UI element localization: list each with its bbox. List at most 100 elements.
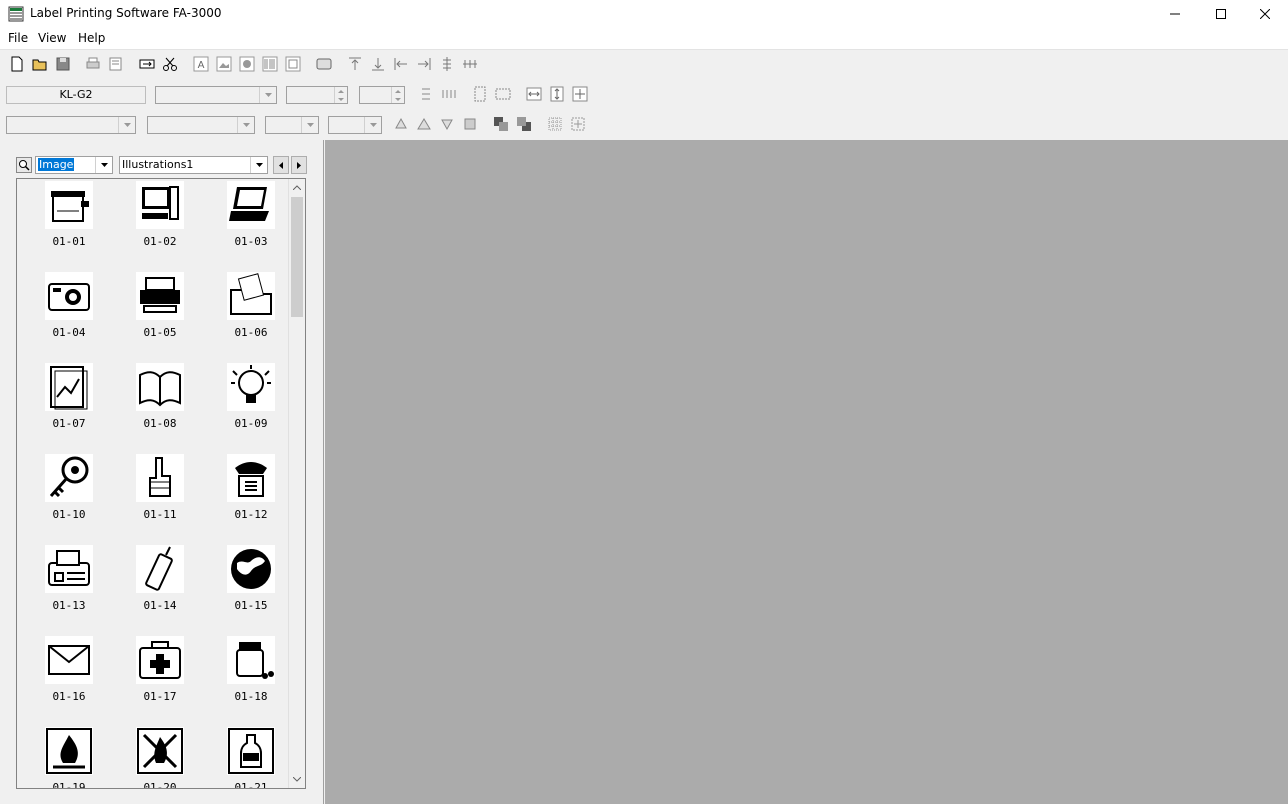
gallery-item[interactable]: 01-07: [39, 363, 99, 443]
scroll-up-icon[interactable]: [289, 179, 305, 196]
medicine-jar-icon: [227, 636, 275, 684]
gallery-item[interactable]: 01-09: [221, 363, 281, 443]
gallery-item[interactable]: 01-03: [221, 181, 281, 261]
gallery-item-label: 01-10: [52, 508, 86, 521]
align-left-button[interactable]: [391, 54, 411, 74]
next-set-button[interactable]: [291, 156, 307, 174]
align-left-icon: [394, 58, 407, 70]
envelope-icon: [45, 636, 93, 684]
minimize-button[interactable]: [1152, 0, 1198, 28]
gallery-item[interactable]: 01-18: [221, 636, 281, 716]
size-spinner[interactable]: [286, 86, 348, 104]
gallery-item[interactable]: 01-06: [221, 272, 281, 352]
text-button[interactable]: A: [191, 54, 211, 74]
barcode-button[interactable]: [260, 54, 280, 74]
tape-button[interactable]: [314, 54, 334, 74]
search-icon: [16, 157, 32, 173]
open-book-icon: [136, 363, 184, 411]
frame-button[interactable]: [283, 54, 303, 74]
line-select[interactable]: [328, 116, 382, 134]
scrollbar-thumb[interactable]: [291, 197, 303, 317]
vertical-scrollbar[interactable]: [288, 179, 305, 788]
menu-view[interactable]: View: [38, 31, 66, 45]
gallery-item[interactable]: 01-10: [39, 454, 99, 534]
gallery-item[interactable]: 01-01: [39, 181, 99, 261]
gallery-item[interactable]: 01-08: [130, 363, 190, 443]
search-button[interactable]: [16, 157, 32, 173]
cut-button[interactable]: [160, 54, 180, 74]
snap-button[interactable]: [568, 114, 588, 134]
label-canvas[interactable]: [325, 140, 1288, 804]
close-button[interactable]: [1242, 0, 1288, 28]
print-preview-button[interactable]: [106, 54, 126, 74]
key-icon: [45, 454, 93, 502]
mirror-button[interactable]: [414, 114, 434, 134]
line-spacing-button[interactable]: [416, 84, 436, 104]
style-select[interactable]: [6, 116, 136, 134]
gallery-item[interactable]: 01-20: [130, 727, 190, 789]
gallery-item[interactable]: 01-17: [130, 636, 190, 716]
gallery-item[interactable]: 01-04: [39, 272, 99, 352]
gallery-item-label: 01-20: [143, 781, 177, 789]
align-bottom-button[interactable]: [368, 54, 388, 74]
new-button[interactable]: [7, 54, 27, 74]
gallery-item[interactable]: 01-15: [221, 545, 281, 625]
center-horizontal-button[interactable]: [437, 54, 457, 74]
fit-button[interactable]: [570, 84, 590, 104]
spin-down-icon[interactable]: [391, 95, 404, 103]
fit-icon: [572, 86, 588, 102]
scroll-down-icon[interactable]: [289, 771, 305, 788]
gallery-item[interactable]: 01-21: [221, 727, 281, 788]
align-top-icon: [349, 57, 361, 70]
spin-up-icon[interactable]: [391, 87, 404, 95]
effect-select[interactable]: [147, 116, 255, 134]
gallery-item[interactable]: 01-14: [130, 545, 190, 625]
save-button[interactable]: [53, 54, 73, 74]
char-spacing-button[interactable]: [439, 84, 459, 104]
printer-icon: [136, 272, 184, 320]
gallery-item[interactable]: 01-02: [130, 181, 190, 261]
frame-select[interactable]: [265, 116, 319, 134]
vertical-text-button[interactable]: [470, 84, 490, 104]
previous-set-button[interactable]: [273, 156, 289, 174]
spin-down-icon[interactable]: [334, 95, 347, 103]
stretch-horizontal-icon: [526, 87, 542, 101]
stretch-horizontal-button[interactable]: [524, 84, 544, 104]
category-select[interactable]: Image: [35, 156, 113, 174]
image-button[interactable]: [214, 54, 234, 74]
align-top-button[interactable]: [345, 54, 365, 74]
gallery-item[interactable]: 01-13: [39, 545, 99, 625]
gallery-item[interactable]: 01-16: [39, 636, 99, 716]
maximize-button[interactable]: [1198, 0, 1244, 28]
menu-help[interactable]: Help: [78, 31, 105, 45]
align-right-icon: [418, 58, 431, 70]
rotate-button[interactable]: [391, 114, 411, 134]
bring-front-button[interactable]: [491, 114, 511, 134]
image-gallery[interactable]: 01-01 01-02 01-03 01-04 01-05 01-06 01-07 01-08…: [16, 178, 306, 789]
image-set-select[interactable]: Illustrations1: [119, 156, 268, 174]
feed-button[interactable]: [137, 54, 157, 74]
spin-up-icon[interactable]: [334, 87, 347, 95]
flip-button[interactable]: [437, 114, 457, 134]
open-button[interactable]: [30, 54, 50, 74]
invert-button[interactable]: [460, 114, 480, 134]
send-back-button[interactable]: [514, 114, 534, 134]
menu-file[interactable]: File: [8, 31, 28, 45]
grid-button[interactable]: [545, 114, 565, 134]
align-right-button[interactable]: [414, 54, 434, 74]
print-button[interactable]: [83, 54, 103, 74]
horizontal-text-button[interactable]: [493, 84, 513, 104]
app-icon: [8, 6, 24, 22]
stretch-vertical-button[interactable]: [547, 84, 567, 104]
gallery-item[interactable]: 01-19: [39, 727, 99, 788]
gallery-item[interactable]: 01-05: [130, 272, 190, 352]
gallery-item[interactable]: 01-11: [130, 454, 190, 534]
spacing-spinner[interactable]: [359, 86, 405, 104]
gallery-item[interactable]: 01-12: [221, 454, 281, 534]
font-select[interactable]: [155, 86, 277, 104]
line-spacing-icon: [422, 88, 430, 100]
illustration-button[interactable]: [237, 54, 257, 74]
chevron-down-icon: [250, 157, 267, 173]
distribute-button[interactable]: [460, 54, 480, 74]
mirror-icon: [417, 118, 431, 130]
